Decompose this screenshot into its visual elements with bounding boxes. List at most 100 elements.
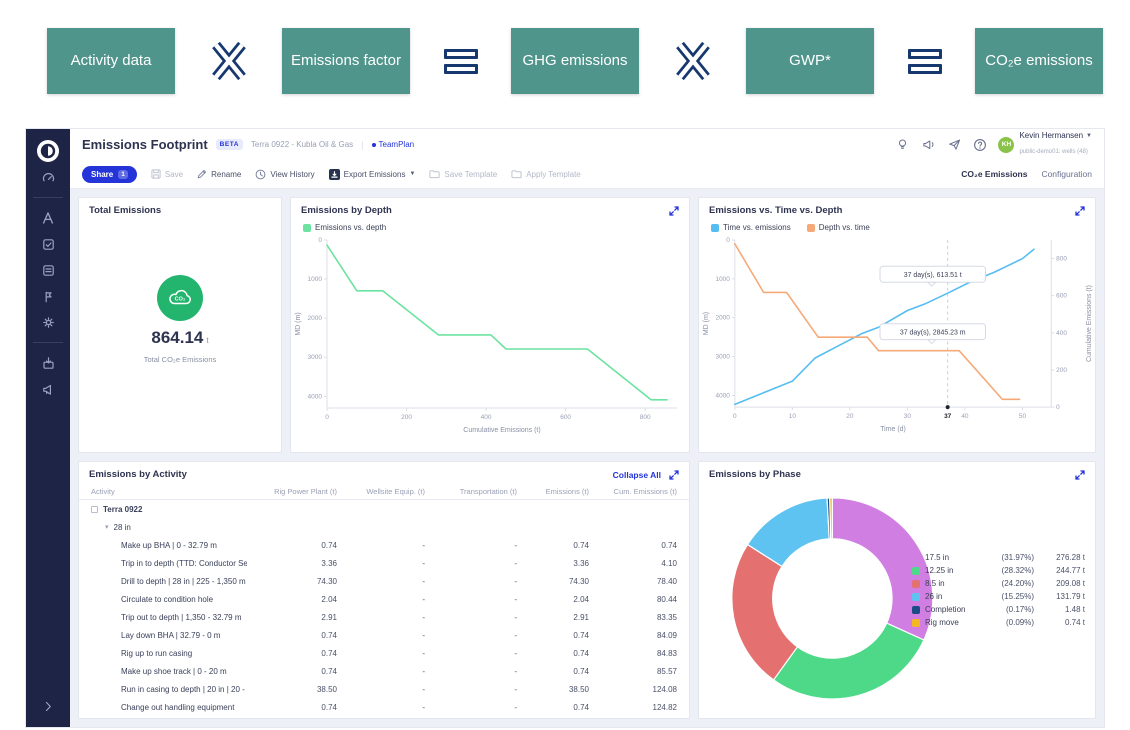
equals-icon — [908, 49, 942, 74]
project-name: Terra 0922 - Kubla Oil & Gas — [251, 140, 353, 149]
donut-slice — [774, 623, 924, 699]
svg-text:10: 10 — [789, 413, 797, 420]
phase-legend-item[interactable]: 8.5 in(24.20%)209.08 t — [912, 577, 1085, 590]
tab-co2e-emissions[interactable]: CO₂e Emissions — [961, 169, 1027, 179]
megaphone-icon[interactable] — [34, 376, 62, 402]
app-logo[interactable] — [34, 138, 62, 164]
phase-legend-item[interactable]: Rig move(0.09%)0.74 t — [912, 616, 1085, 629]
total-emissions-value: 864.14t — [151, 328, 208, 348]
user-menu[interactable]: KH Kevin Hermansen▼ public-demo01: wells… — [998, 131, 1092, 158]
save-template-button[interactable]: Save Template — [429, 169, 497, 179]
header-separator: | — [361, 140, 363, 150]
table-row[interactable]: ▾28 in — [79, 518, 689, 536]
column-header: Activity — [91, 487, 247, 496]
table-row: Circulate to condition hole2.04--2.0480.… — [79, 590, 689, 608]
legend-item[interactable]: Emissions vs. depth — [303, 223, 386, 232]
phase-legend-item[interactable]: Completion(0.17%)1.48 t — [912, 603, 1085, 616]
svg-text:4000: 4000 — [715, 392, 730, 399]
multiply-icon — [209, 39, 249, 83]
panel-title: Emissions by Depth — [301, 205, 392, 216]
formula-banner: Activity data Emissions factor GHG emiss… — [47, 24, 1103, 98]
chart-tooltip: 37 day(s), 2845.23 m — [880, 324, 985, 344]
export-icon — [329, 169, 340, 180]
collapse-all-link[interactable]: Collapse All — [613, 470, 661, 480]
app-window: Emissions Footprint BETA Terra 0922 - Ku… — [25, 128, 1105, 728]
sidebar — [26, 129, 70, 727]
expand-icon[interactable] — [1075, 206, 1085, 216]
tab-configuration[interactable]: Configuration — [1041, 169, 1092, 179]
page: Activity data Emissions factor GHG emiss… — [0, 0, 1130, 730]
expand-icon[interactable] — [669, 206, 679, 216]
formula-box-ghg-emissions: GHG emissions — [511, 28, 639, 94]
dashboard-gauge-icon[interactable] — [34, 164, 62, 190]
table-row: Drill to depth | 28 in | 225 - 1,350 m74… — [79, 572, 689, 590]
announcement-icon[interactable] — [920, 137, 936, 153]
chevron-down-icon: ▼ — [1086, 133, 1092, 139]
svg-text:20: 20 — [846, 413, 854, 420]
svg-text:MD (m): MD (m) — [703, 312, 710, 335]
panel-title: Emissions by Activity — [89, 469, 187, 480]
svg-text:2000: 2000 — [715, 315, 730, 322]
svg-text:3000: 3000 — [308, 354, 323, 361]
row-checkbox[interactable] — [91, 506, 98, 513]
svg-text:37 day(s), 2845.23 m: 37 day(s), 2845.23 m — [900, 330, 966, 337]
svg-text:CO₂: CO₂ — [174, 297, 185, 303]
panel-title: Emissions vs. Time vs. Depth — [709, 205, 842, 216]
svg-text:800: 800 — [1056, 256, 1067, 263]
phase-legend-item[interactable]: 17.5 in(31.97%)276.28 t — [912, 551, 1085, 564]
svg-text:37: 37 — [944, 413, 952, 420]
table-row[interactable]: Terra 0922 — [79, 500, 689, 518]
depth-legend: Emissions vs. depth — [291, 219, 689, 232]
phase-legend-item[interactable]: 12.25 in(28.32%)244.77 t — [912, 564, 1085, 577]
paper-plane-icon[interactable] — [946, 137, 962, 153]
emissions-by-phase-panel: Emissions by Phase 17.5 in(31.97%)276.28… — [698, 461, 1096, 719]
table-row: Make up shoe track | 0 - 20 m0.74--0.748… — [79, 662, 689, 680]
settings-gear-icon[interactable] — [34, 309, 62, 335]
help-icon[interactable] — [972, 137, 988, 153]
svg-text:600: 600 — [1056, 293, 1067, 300]
svg-text:Cumulative Emissions (t): Cumulative Emissions (t) — [463, 427, 540, 434]
svg-text:0: 0 — [726, 237, 730, 244]
tasks-icon[interactable] — [34, 231, 62, 257]
svg-text:Time (d): Time (d) — [880, 426, 906, 433]
svg-text:40: 40 — [961, 413, 969, 420]
table-row: Change out handling equipment0.74--0.741… — [79, 698, 689, 716]
sidebar-collapse-icon[interactable] — [34, 693, 62, 719]
svg-text:200: 200 — [401, 414, 412, 421]
equals-icon — [444, 49, 478, 74]
flag-icon[interactable] — [34, 283, 62, 309]
legend-item[interactable]: Depth vs. time — [807, 223, 870, 232]
lightbulb-icon[interactable] — [894, 137, 910, 153]
emissions-by-depth-panel: Emissions by Depth Emissions vs. depth 0… — [290, 197, 690, 453]
panel-title: Emissions by Phase — [709, 469, 801, 480]
view-history-button[interactable]: View History — [255, 169, 314, 180]
teamplan-link[interactable]: TeamPlan — [372, 140, 415, 149]
projects-icon[interactable] — [34, 257, 62, 283]
share-button[interactable]: Share1 — [82, 166, 137, 183]
phase-legend-item[interactable]: 26 in(15.25%)131.79 t — [912, 590, 1085, 603]
chart-tooltip: 37 day(s), 613.51 t — [880, 266, 985, 286]
export-box-icon[interactable] — [34, 350, 62, 376]
save-button[interactable]: Save — [151, 169, 183, 179]
export-emissions-button[interactable]: Export Emissions ▼ — [329, 169, 416, 180]
co2-cloud-icon: CO₂ — [157, 275, 203, 321]
total-emissions-panel: Total Emissions CO₂ 864.14t Total CO₂e E… — [78, 197, 282, 453]
share-count-badge: 1 — [118, 170, 128, 179]
chevron-down-icon: ▼ — [409, 171, 415, 177]
apply-template-button[interactable]: Apply Template — [511, 169, 581, 179]
expand-icon[interactable] — [1075, 470, 1085, 480]
wells-icon[interactable] — [34, 205, 62, 231]
sidebar-divider — [33, 342, 63, 343]
svg-text:1000: 1000 — [308, 276, 323, 283]
panel-title: Total Emissions — [89, 205, 161, 216]
dashboard-content: Total Emissions CO₂ 864.14t Total CO₂e E… — [70, 188, 1104, 727]
table-row: Rig up to run casing0.74--0.7484.83 — [79, 644, 689, 662]
formula-box-emissions-factor: Emissions factor — [282, 28, 410, 94]
formula-box-activity-data: Activity data — [47, 28, 175, 94]
expand-icon[interactable] — [669, 470, 679, 480]
user-name: Kevin Hermansen — [1019, 131, 1083, 140]
legend-item[interactable]: Time vs. emissions — [711, 223, 791, 232]
rename-button[interactable]: Rename — [197, 169, 241, 179]
donut-slice — [830, 498, 833, 539]
collapse-caret-icon[interactable]: ▾ — [105, 523, 109, 531]
